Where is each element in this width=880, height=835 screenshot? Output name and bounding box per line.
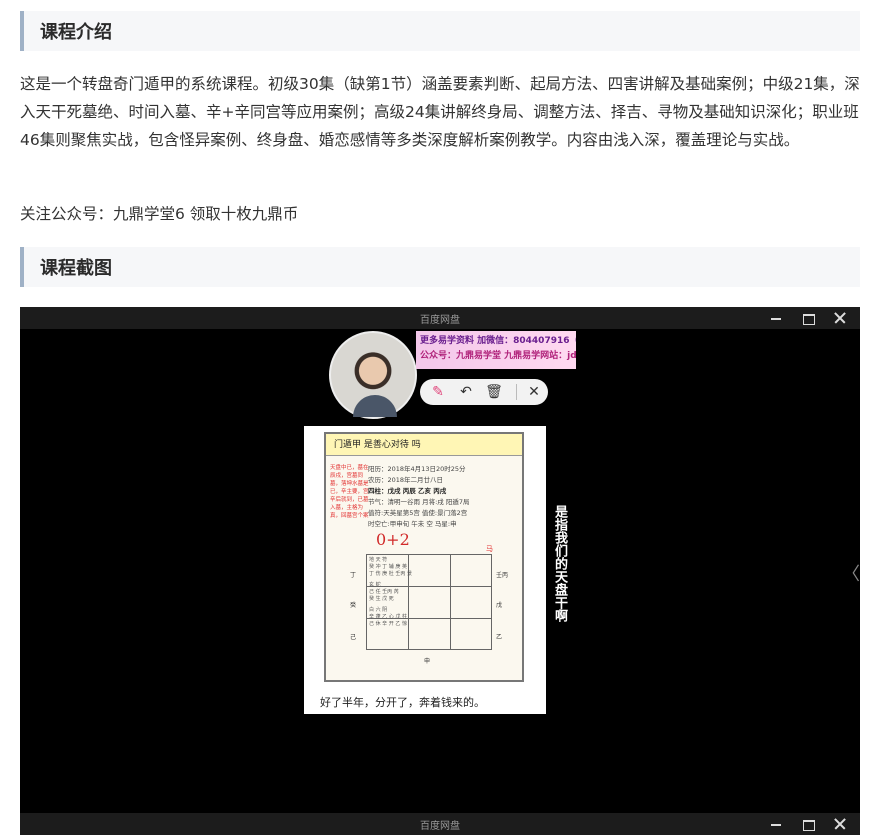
chart-line: 节气：清明一谷雨 月将:戌 阳遁7局 — [368, 498, 470, 506]
banner-line-1: 更多易学资料 加微信：804407916（赠送资料） — [420, 336, 576, 346]
banner-line-2: 公众号：九鼎易学堂 九鼎易学网站：jdyx6.com — [420, 351, 576, 361]
grid-line: 己 任 壬丙 芮 — [369, 589, 399, 595]
undo-icon[interactable]: ↶ — [456, 382, 476, 402]
grid-line: 玄 蛇 — [369, 582, 381, 588]
trash-icon[interactable]: 🗑 — [484, 382, 504, 402]
maximize-icon[interactable] — [800, 816, 816, 832]
window-titlebar: 百度网盘 — [20, 307, 860, 329]
grid-line: 地 天 符 — [369, 557, 388, 563]
maximize-icon[interactable] — [800, 310, 816, 326]
chart-line: 四柱：戊戌 丙辰 乙亥 丙戌 — [368, 487, 447, 495]
side-label: 戊 — [496, 602, 503, 609]
lecture-slide: 门遁甲 是善心对待 吗 天盘中已，墓在辰戌，宫墓同墓，落坤水墓是已，辛主要，宫辛… — [304, 426, 546, 714]
presenter-avatar — [329, 331, 417, 419]
slide-caption: 好了半年，分开了，奔着钱来的。 — [320, 696, 485, 709]
board-heading: 门遁甲 是善心对待 吗 — [326, 434, 522, 456]
chart-line: 值符:天英星第5宫 值使:景门落2宫 — [368, 509, 468, 517]
follow-notice: 关注公众号：九鼎学堂6 领取十枚九鼎币 — [20, 205, 299, 223]
grid-cells: 地 天 符 癸 冲 丁 辅 庚 英 丁 伤 庚 杜 壬丙 景 玄 蛇 己 任 壬… — [367, 555, 491, 649]
side-label: 丁 — [350, 572, 357, 579]
side-label: 壬丙 — [496, 572, 509, 579]
course-description: 这是一个转盘奇门遁甲的系统课程。初级30集（缺第1节）涵盖要素判断、起局方法、四… — [20, 75, 860, 149]
promo-banner: 更多易学资料 加微信：804407916（赠送资料） 公众号：九鼎易学堂 九鼎易… — [416, 331, 576, 369]
section-header-intro: 课程介绍 — [20, 11, 860, 51]
grid-line: 己 休 辛 开 乙 惊 — [369, 621, 407, 627]
side-label: 癸 — [350, 602, 357, 609]
grid-line: 癸 生 戊 死 — [369, 596, 394, 602]
side-label: 申 — [424, 658, 431, 665]
grid-line: 白 六 阴 — [369, 607, 388, 613]
side-label: 乙 — [496, 634, 503, 641]
annotation-toolbar: ✎ ↶ 🗑 ✕ — [420, 379, 548, 405]
grid-line: 丁 伤 庚 杜 壬丙 景 — [369, 571, 412, 577]
close-icon[interactable] — [832, 310, 848, 326]
grid-line: 癸 冲 丁 辅 庚 英 — [369, 564, 407, 570]
chart-info: 阳历：2018年4月13日20时25分 农历：2018年二月廿八日 四柱：戊戌 … — [368, 464, 518, 530]
chart-line: 时空亡:甲申旬 午未 空 马星:申 — [368, 520, 457, 528]
eraser-icon[interactable]: ✎ — [428, 382, 448, 402]
red-annotations: 天盘中已，墓在辰戌，宫墓同墓，落坤水墓是已，辛主要，宫辛后就到，已墓入墓，主格为… — [330, 465, 369, 519]
close-icon[interactable] — [832, 816, 848, 832]
chart-line: 农历：2018年二月廿八日 — [368, 476, 444, 484]
grid-line: 辛 蓬 乙 心 戊 柱 — [369, 614, 407, 620]
minimize-icon[interactable] — [768, 310, 784, 326]
vertical-subtitle: 是指我们的天盘干啊 — [552, 505, 567, 622]
chevron-left-icon[interactable]: 〈 — [842, 560, 860, 586]
qimen-chart-board: 门遁甲 是善心对待 吗 天盘中已，墓在辰戌，宫墓同墓，落坤水墓是已，辛主要，宫辛… — [324, 432, 524, 682]
handwritten-annotation: 0+2 — [376, 530, 410, 549]
section-title-screenshot: 课程截图 — [40, 258, 112, 279]
window-title: 百度网盘 — [420, 821, 460, 832]
handwritten-horse: 马 — [486, 545, 493, 553]
nine-palace-grid: 地 天 符 癸 冲 丁 辅 庚 英 丁 伤 庚 杜 壬丙 景 玄 蛇 己 任 壬… — [366, 554, 492, 650]
window-titlebar-bottom: 百度网盘 — [20, 813, 860, 835]
section-header-screenshot: 课程截图 — [20, 247, 860, 287]
chart-line: 阳历：2018年4月13日20时25分 — [368, 465, 466, 473]
course-screenshot: 百度网盘 更多易学资料 加微信：804407916（赠送资料） 公众号：九鼎易学… — [20, 307, 860, 835]
window-title: 百度网盘 — [420, 315, 460, 326]
close-icon[interactable]: ✕ — [524, 382, 544, 402]
section-title-intro: 课程介绍 — [40, 22, 112, 43]
minimize-icon[interactable] — [768, 816, 784, 832]
side-label: 己 — [350, 634, 357, 641]
